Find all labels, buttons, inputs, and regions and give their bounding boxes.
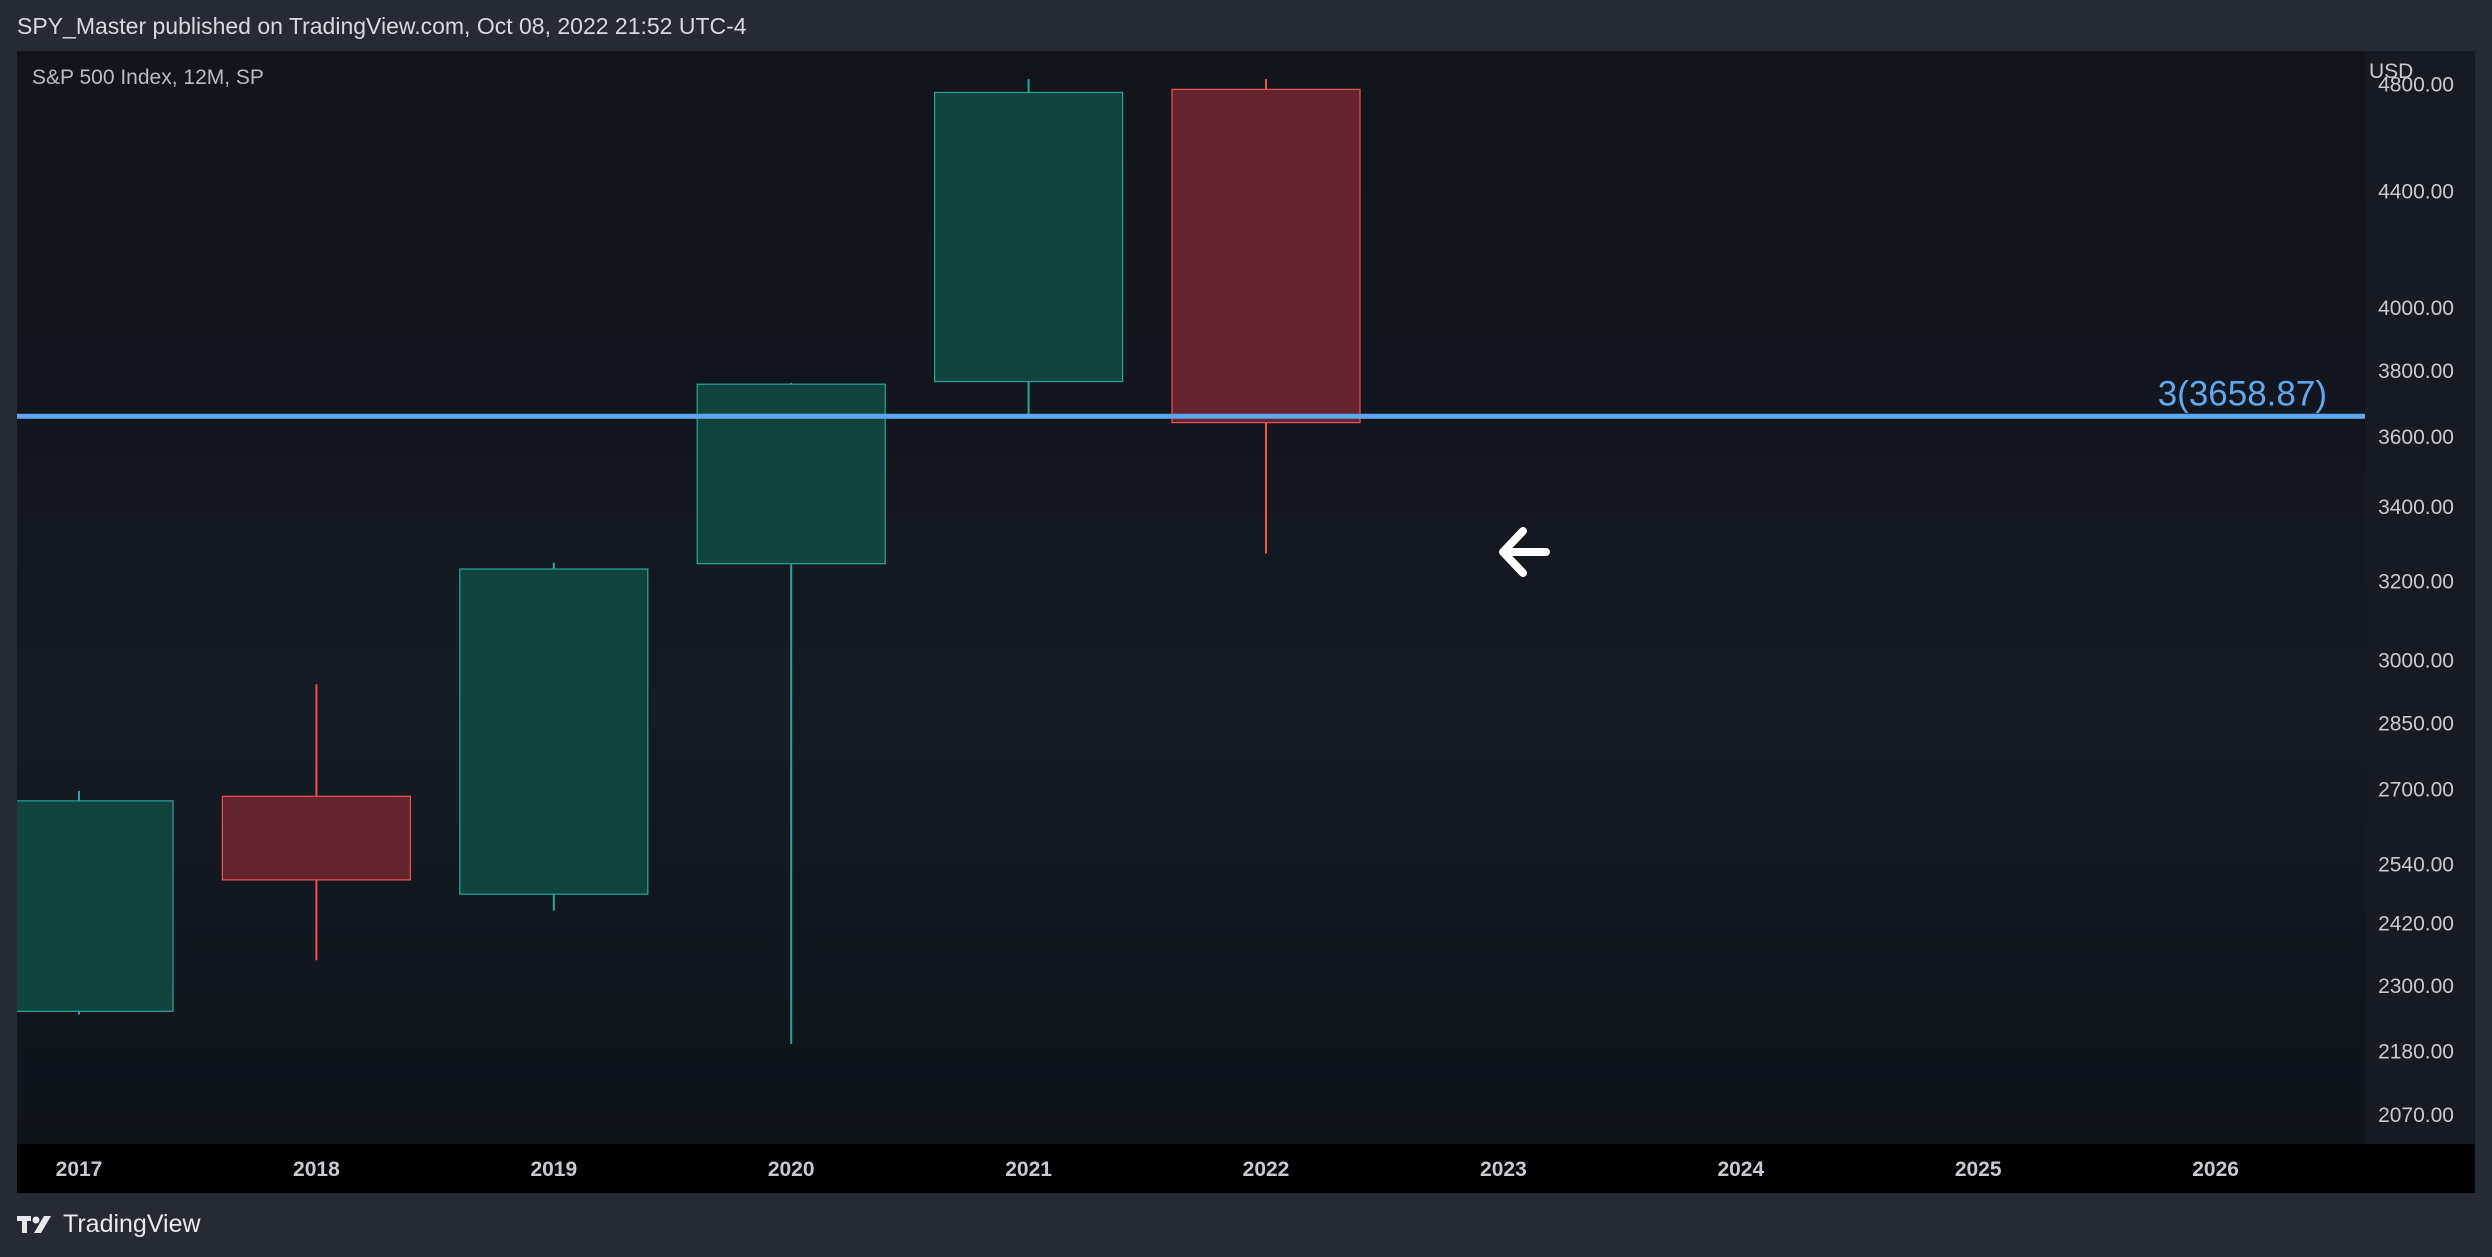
candle-body [221, 795, 411, 881]
y-axis-tick-label: 2850.00 [2378, 712, 2454, 735]
brand-name: TradingView [63, 1210, 201, 1238]
publish-info: SPY_Master published on TradingView.com,… [17, 13, 747, 39]
chart-title: S&P 500 Index, 12M, SP [32, 66, 264, 89]
y-axis-tick-label: 3200.00 [2378, 570, 2454, 593]
y-axis-tick-label: 2540.00 [2378, 853, 2454, 876]
y-axis-tick-label: 2700.00 [2378, 779, 2454, 802]
x-axis-tick-label: 2025 [1955, 1158, 2002, 1181]
y-axis-tick-label: 3400.00 [2378, 496, 2454, 519]
candle-body [17, 800, 174, 1012]
footer-brand[interactable]: TradingView [17, 1210, 201, 1239]
y-axis-tick-label: 3800.00 [2378, 360, 2454, 383]
candle-body [459, 568, 649, 895]
y-axis-tick-label: 4000.00 [2378, 297, 2454, 320]
x-axis-tick-label: 2019 [530, 1158, 577, 1181]
candlestick-chart[interactable]: S&P 500 Index, 12M, SP USD 3(3658.87) 48… [17, 51, 2475, 1193]
x-axis-tick-label: 2021 [1005, 1158, 1052, 1181]
x-axis-tick-label: 2026 [2192, 1158, 2239, 1181]
x-axis-tick-label: 2018 [293, 1158, 340, 1181]
x-axis-tick-label: 2023 [1480, 1158, 1527, 1181]
candle-body [696, 383, 886, 565]
candle-2017[interactable] [17, 790, 174, 1015]
y-axis-tick-label: 4400.00 [2378, 180, 2454, 203]
candle-2019[interactable] [459, 562, 649, 911]
candle-2021[interactable] [933, 79, 1124, 415]
y-axis-tick-label: 2300.00 [2378, 975, 2454, 998]
chart-panel[interactable]: S&P 500 Index, 12M, SP USD 3(3658.87) 48… [17, 51, 2475, 1193]
y-axis-tick-label: 2180.00 [2378, 1041, 2454, 1064]
y-axis-tick-label: 2070.00 [2378, 1104, 2454, 1127]
candle-body [1171, 88, 1361, 424]
y-axis-tick-label: 3000.00 [2378, 649, 2454, 672]
x-axis-tick-label: 2024 [1717, 1158, 1764, 1181]
x-axis-tick-label: 2017 [56, 1158, 103, 1181]
horizontal-level-label: 3(3658.87) [2158, 374, 2327, 413]
y-axis-tick-label: 3600.00 [2378, 426, 2454, 449]
x-axis-tick-label: 2022 [1243, 1158, 1290, 1181]
x-axis-tick-label: 2020 [768, 1158, 815, 1181]
y-axis-tick-label: 4800.00 [2378, 74, 2454, 97]
y-axis-tick-label: 2420.00 [2378, 913, 2454, 936]
candle-body [933, 91, 1124, 383]
tradingview-logo-icon [17, 1215, 51, 1233]
